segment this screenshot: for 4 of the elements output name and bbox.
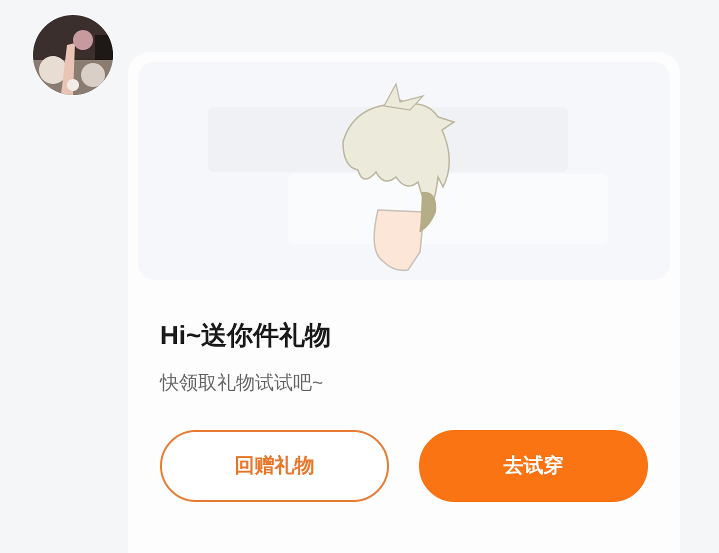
gift-back-button[interactable]: 回赠礼物: [160, 430, 389, 502]
card-title: Hi~送你件礼物: [160, 319, 332, 352]
try-on-button[interactable]: 去试穿: [419, 430, 648, 502]
card-subtitle: 快领取礼物试试吧~: [160, 372, 324, 396]
